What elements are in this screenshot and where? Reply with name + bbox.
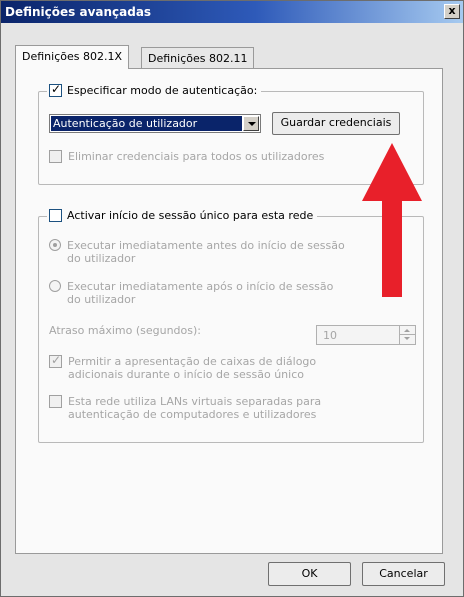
sso-before-row: Executar imediatamente antes do início d… [49,239,349,265]
vlan-row: Esta rede utiliza LANs virtuais separada… [49,395,349,421]
auth-mode-legend: Especificar modo de autenticação: [47,82,262,97]
specify-auth-mode-label: Especificar modo de autenticação: [67,84,258,97]
annotation-arrow [362,143,422,297]
max-delay-value: 10 [323,329,337,342]
save-credentials-button[interactable]: Guardar credenciais [272,112,400,135]
spin-down-icon[interactable] [400,335,415,344]
vlan-label: Esta rede utiliza LANs virtuais separada… [68,395,322,421]
tab-802-1x[interactable]: Definições 802.1X [15,45,129,69]
tab-802-11[interactable]: Definições 802.11 [141,47,255,70]
title-bar[interactable]: Definições avançadas x [1,1,463,23]
auth-mode-select[interactable]: Autenticação de utilizador [49,114,261,133]
cancel-button[interactable]: Cancelar [362,562,445,586]
advanced-settings-dialog: Definições avançadas x Definições 802.1X… [0,0,464,597]
max-delay-label: Atraso máximo (segundos): [49,324,201,337]
close-icon[interactable]: x [444,4,460,19]
window-title: Definições avançadas [5,5,152,19]
allow-dialogs-label: Permitir a apresentação de caixas de diá… [68,355,317,381]
max-delay-row: Atraso máximo (segundos): [49,324,201,337]
annotation-arrow-shape [362,143,422,297]
sso-before-label: Executar imediatamente antes do início d… [67,239,345,265]
delete-credentials-label: Eliminar credenciais para todos os utili… [68,150,325,163]
sso-before-radio[interactable] [49,239,61,251]
spin-up-icon[interactable] [400,326,415,335]
sso-after-label: Executar imediatamente após o início de … [67,280,334,306]
delete-credentials-row: Eliminar credenciais para todos os utili… [49,150,324,163]
chevron-down-icon[interactable] [243,116,259,131]
sso-after-radio[interactable] [49,280,61,292]
enable-sso-label: Activar início de sessão único para esta… [67,209,314,222]
allow-dialogs-checkbox[interactable] [49,353,62,368]
sso-after-row: Executar imediatamente após o início de … [49,280,349,306]
allow-dialogs-row: Permitir a apresentação de caixas de diá… [49,353,349,381]
tab-panel-802-1x: Especificar modo de autenticação: Autent… [15,68,443,554]
delete-credentials-checkbox[interactable] [49,150,62,163]
specify-auth-mode-checkbox[interactable] [49,82,62,97]
sso-legend: Activar início de sessão único para esta… [47,209,318,222]
max-delay-spinbox[interactable]: 10 [316,325,416,345]
ok-button[interactable]: OK [268,562,351,586]
vlan-checkbox[interactable] [49,395,62,408]
auth-mode-select-value: Autenticação de utilizador [51,116,242,131]
spin-buttons [399,326,415,344]
enable-sso-checkbox[interactable] [49,209,62,222]
